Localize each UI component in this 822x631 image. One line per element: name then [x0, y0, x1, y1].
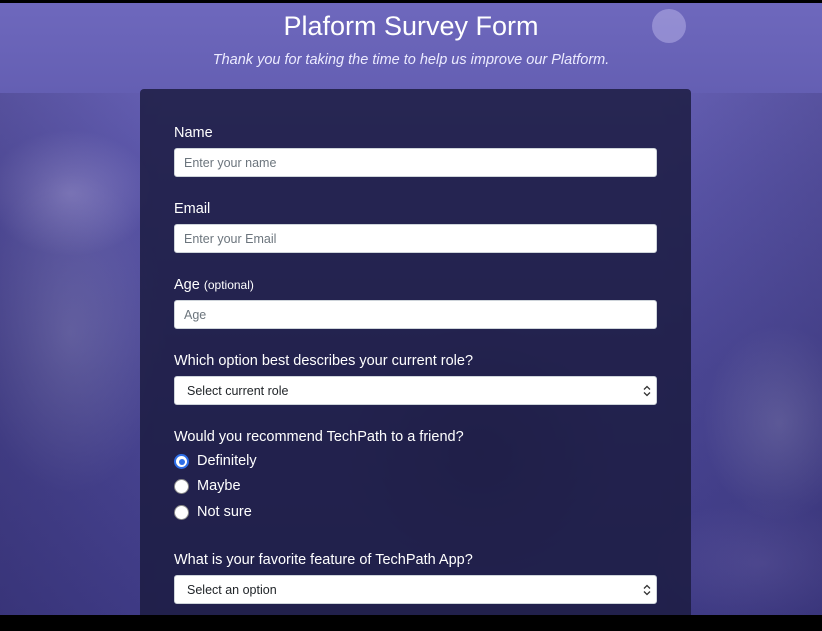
radio-label-not-sure: Not sure	[197, 504, 252, 520]
role-label: Which option best describes your current…	[174, 353, 474, 369]
radio-label-maybe: Maybe	[197, 478, 241, 494]
radio-label-definitely: Definitely	[197, 453, 257, 469]
favorite-feature-select-value: Select an option	[187, 583, 277, 597]
survey-page: Plaform Survey Form Thank you for taking…	[0, 3, 822, 615]
role-select[interactable]: Select current role	[174, 376, 657, 405]
radio-button-checked[interactable]	[174, 454, 189, 469]
chevron-updown-icon	[643, 385, 651, 397]
page-description: Thank you for taking the time to help us…	[212, 52, 610, 68]
email-input[interactable]	[174, 224, 657, 253]
page-title: Plaform Survey Form	[283, 11, 539, 41]
age-label: Age (optional)	[174, 276, 254, 294]
survey-form: Name Email Age (optional) Which option b…	[140, 89, 691, 615]
recommend-label: Would you recommend TechPath to a friend…	[174, 429, 464, 445]
age-input[interactable]	[174, 300, 657, 329]
optional-note: (optional)	[203, 278, 254, 292]
favorite-feature-select[interactable]: Select an option	[174, 575, 657, 604]
name-label: Name	[174, 125, 213, 141]
radio-button[interactable]	[174, 505, 189, 520]
chevron-updown-icon	[643, 584, 651, 596]
email-label: Email	[174, 201, 211, 217]
age-label-text: Age	[174, 277, 200, 293]
survey-header: Plaform Survey Form Thank you for taking…	[0, 3, 822, 69]
name-input[interactable]	[174, 148, 657, 177]
favorite-feature-label: What is your favorite feature of TechPat…	[174, 552, 473, 568]
radio-button[interactable]	[174, 479, 189, 494]
window-bottom-edge	[0, 615, 822, 631]
role-select-value: Select current role	[187, 384, 289, 398]
